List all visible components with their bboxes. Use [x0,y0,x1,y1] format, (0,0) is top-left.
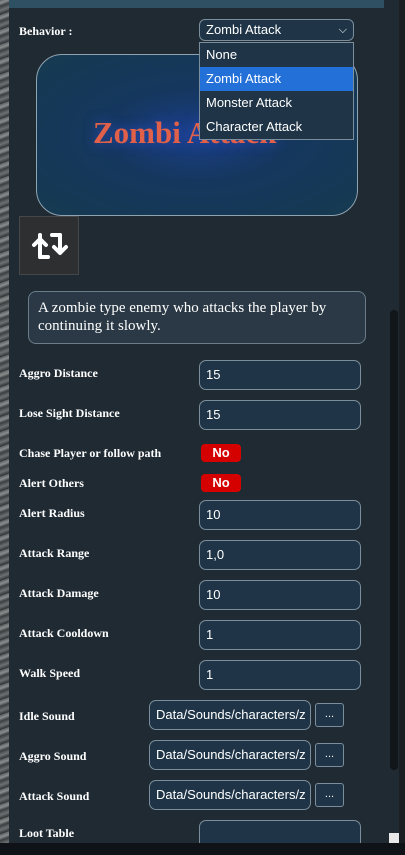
alert-radius-input[interactable]: 10 [199,500,361,530]
behavior-select[interactable]: Zombi Attack ⌵ [199,19,354,41]
alert-others-toggle[interactable]: No [201,474,241,492]
walk-speed-input[interactable]: 1 [199,660,361,690]
idle-sound-path-input[interactable]: Data/Sounds/characters/z [149,700,311,730]
refresh-arrows-icon [32,233,68,259]
behavior-label: Behavior : [19,24,73,38]
lose-sight-distance-label: Lose Sight Distance [19,406,120,420]
attack-sound-label: Attack Sound [19,789,90,803]
attack-damage-input[interactable]: 10 [199,580,361,610]
alert-others-label: Alert Others [19,476,84,490]
lose-sight-distance-input[interactable]: 15 [199,400,361,430]
attack-cooldown-input[interactable]: 1 [199,620,361,650]
behavior-panel: Behavior : Zombi Attack ⌵ None Zombi Att… [9,0,399,843]
behavior-description: A zombie type enemy who attacks the play… [28,291,366,344]
bottom-edge-bar [0,843,405,855]
vertical-scrollbar[interactable] [390,310,398,770]
option-monster-attack[interactable]: Monster Attack [200,91,353,115]
option-character-attack[interactable]: Character Attack [200,115,353,139]
refresh-button[interactable] [19,216,79,275]
option-none[interactable]: None [200,43,353,67]
behavior-dropdown-list: None Zombi Attack Monster Attack Charact… [199,42,354,140]
alert-radius-label: Alert Radius [19,506,85,520]
attack-sound-browse-button[interactable]: ... [315,783,344,807]
attack-sound-path-input[interactable]: Data/Sounds/characters/z [149,780,311,810]
attack-range-label: Attack Range [19,546,90,560]
background-texture [0,0,9,855]
idle-sound-browse-button[interactable]: ... [315,703,344,727]
resize-corner[interactable] [389,833,399,843]
attack-damage-label: Attack Damage [19,586,99,600]
aggro-distance-input[interactable]: 15 [199,360,361,390]
option-zombi-attack[interactable]: Zombi Attack [200,67,353,91]
aggro-sound-browse-button[interactable]: ... [315,743,344,767]
attack-range-input[interactable]: 1,0 [199,540,361,570]
chase-player-toggle[interactable]: No [201,444,241,462]
aggro-sound-label: Aggro Sound [19,749,87,763]
panel-top-border [9,0,384,8]
idle-sound-label: Idle Sound [19,709,75,723]
attack-cooldown-label: Attack Cooldown [19,626,109,640]
chase-player-label: Chase Player or follow path [19,446,162,460]
aggro-sound-path-input[interactable]: Data/Sounds/characters/z [149,740,311,770]
chevron-down-icon: ⌵ [338,24,347,36]
behavior-selected-value: Zombi Attack [206,22,282,37]
loot-table-input[interactable] [199,820,361,843]
walk-speed-label: Walk Speed [19,666,81,680]
loot-table-label: Loot Table [19,826,75,840]
aggro-distance-label: Aggro Distance [19,366,98,380]
